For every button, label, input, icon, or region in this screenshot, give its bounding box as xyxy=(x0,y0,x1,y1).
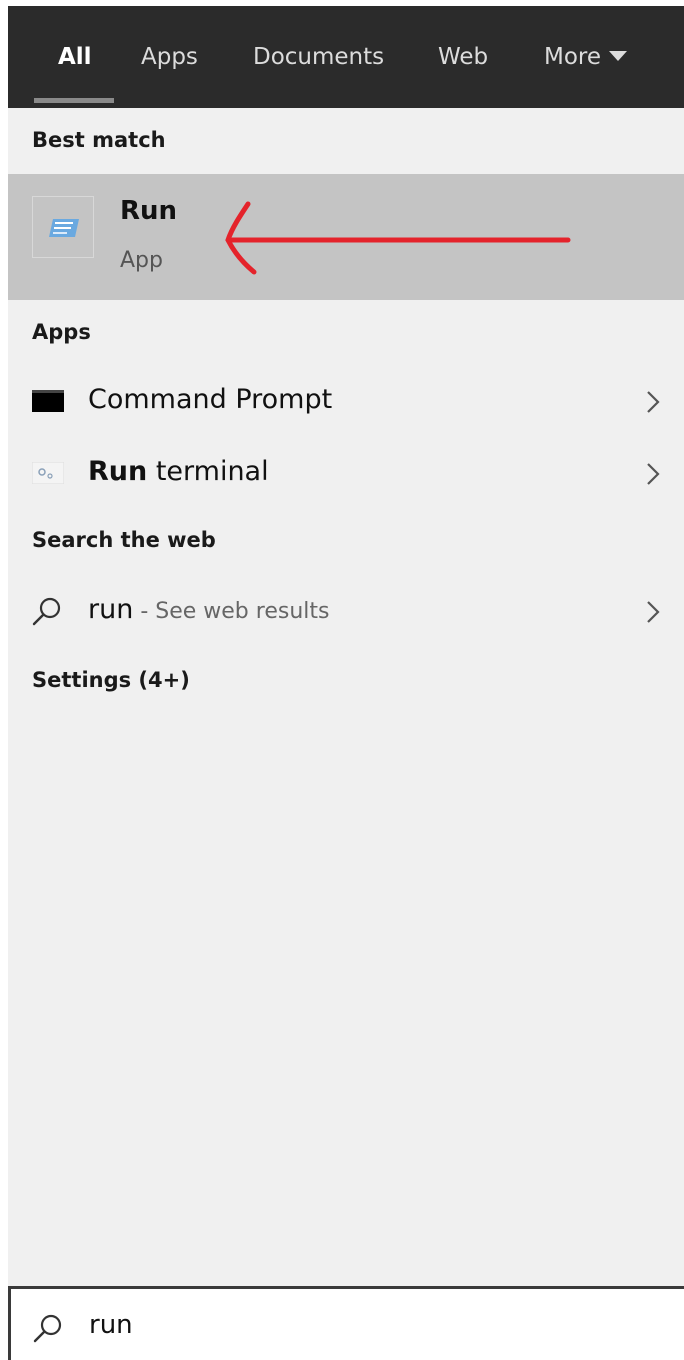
app-item-label-match: Run xyxy=(88,456,148,487)
tab-apps[interactable]: Apps xyxy=(141,40,198,74)
search-input[interactable] xyxy=(89,1305,649,1345)
app-item-run-terminal[interactable]: Run terminal xyxy=(8,444,684,504)
app-item-command-prompt[interactable]: Command Prompt xyxy=(8,372,684,432)
command-prompt-icon xyxy=(32,390,64,412)
app-item-label: Run terminal xyxy=(88,456,269,487)
search-icon xyxy=(33,1314,62,1343)
web-result-item[interactable]: run - See web results xyxy=(8,582,684,642)
chevron-right-icon xyxy=(647,463,660,485)
filter-tab-bar: All Apps Documents Web More xyxy=(8,6,684,108)
search-panel: All Apps Documents Web More Best match R… xyxy=(8,6,684,1360)
chevron-right-icon xyxy=(647,601,660,623)
best-match-item-run[interactable]: Run App xyxy=(8,174,684,300)
search-box[interactable] xyxy=(8,1286,684,1360)
app-item-label: Command Prompt xyxy=(88,384,333,415)
tab-web[interactable]: Web xyxy=(438,40,488,74)
run-app-icon xyxy=(32,196,94,258)
section-header-search-web: Search the web xyxy=(32,528,216,552)
section-header-apps: Apps xyxy=(32,320,91,344)
run-window-icon xyxy=(49,219,79,237)
active-tab-indicator xyxy=(34,98,114,103)
tab-more-label: More xyxy=(544,44,602,70)
chevron-right-icon xyxy=(647,391,660,413)
tab-more[interactable]: More xyxy=(544,40,628,74)
web-result-label: run - See web results xyxy=(88,594,329,625)
caret-down-icon xyxy=(609,51,628,61)
best-match-title: Run xyxy=(120,196,178,226)
red-arrow-annotation xyxy=(225,201,571,275)
web-result-query: run xyxy=(88,594,134,625)
search-icon xyxy=(32,597,61,626)
run-terminal-icon xyxy=(32,462,64,484)
tab-documents[interactable]: Documents xyxy=(253,40,384,74)
web-result-suffix: - See web results xyxy=(133,599,330,624)
section-header-best-match: Best match xyxy=(32,128,166,152)
app-item-label-rest: terminal xyxy=(147,456,269,487)
best-match-subtitle: App xyxy=(120,248,163,273)
tab-all[interactable]: All xyxy=(58,40,92,74)
section-header-settings[interactable]: Settings (4+) xyxy=(32,668,190,692)
